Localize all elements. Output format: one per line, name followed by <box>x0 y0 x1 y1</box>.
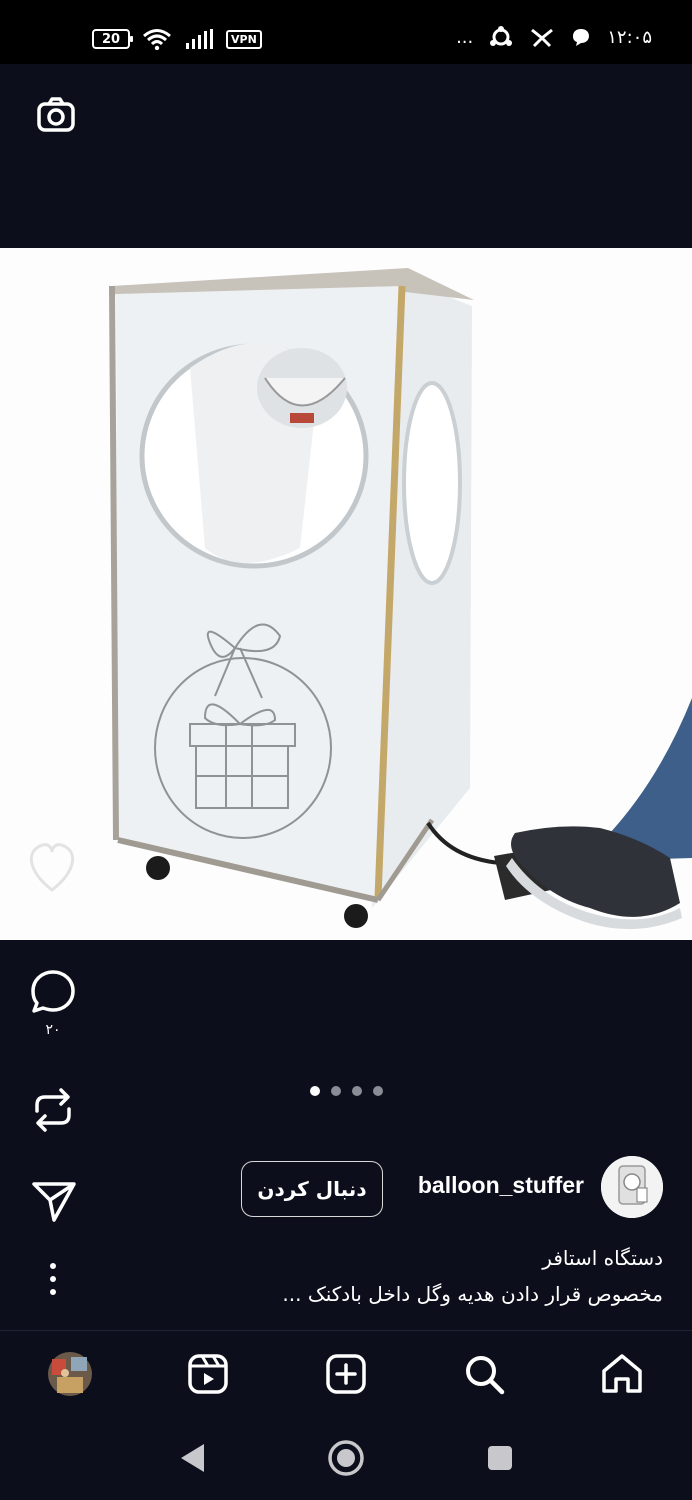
home-button-icon[interactable] <box>327 1439 365 1477</box>
product-photo <box>0 248 692 940</box>
avatar[interactable] <box>601 1156 663 1218</box>
status-right: ... ۱۲:۰۵ <box>456 26 652 48</box>
nav-home[interactable] <box>599 1351 645 1397</box>
repost-icon[interactable] <box>29 1085 77 1135</box>
more-vertical-icon[interactable] <box>46 1262 60 1296</box>
carousel-dot <box>352 1086 362 1096</box>
carousel-dot <box>373 1086 383 1096</box>
chat-bubble-icon <box>573 29 590 46</box>
home-icon <box>602 1354 642 1393</box>
comment-icon[interactable] <box>29 968 77 1016</box>
system-nav-bar <box>0 1420 692 1500</box>
profile-avatar <box>48 1352 92 1396</box>
send-icon[interactable] <box>31 1180 77 1224</box>
carousel-dot <box>331 1086 341 1096</box>
avatar-image <box>601 1156 663 1218</box>
carousel-indicator <box>310 1086 383 1096</box>
nav-profile[interactable] <box>47 1351 93 1397</box>
create-icon <box>326 1354 366 1394</box>
back-icon[interactable] <box>178 1442 206 1474</box>
username[interactable]: balloon_stuffer <box>418 1172 584 1199</box>
vpn-badge: VPN <box>226 29 262 49</box>
comment-action[interactable]: ۲۰ <box>28 968 78 1038</box>
post-image[interactable] <box>0 248 692 940</box>
camera-icon[interactable] <box>36 95 76 135</box>
caption-text[interactable]: مخصوص قرار دادن هدیه وگل داخل بادکنک ... <box>282 1282 663 1306</box>
carousel-dot <box>310 1086 320 1096</box>
nav-create[interactable] <box>323 1351 369 1397</box>
wifi-icon <box>143 29 171 50</box>
search-icon <box>466 1356 505 1395</box>
follow-button[interactable]: دنبال کردن <box>241 1161 383 1217</box>
caption-title: دستگاه استافر <box>542 1246 663 1270</box>
status-bar: 20 VPN ... ۱۲:۰۵ <box>0 0 692 64</box>
bottom-nav <box>0 1330 692 1421</box>
signal-icon <box>186 29 213 49</box>
nav-reels[interactable] <box>185 1351 231 1397</box>
app-notification-icon <box>531 28 554 48</box>
status-left: 20 VPN <box>92 28 262 50</box>
recents-icon[interactable] <box>486 1444 514 1472</box>
sync-icon <box>490 26 513 46</box>
reels-icon <box>188 1354 228 1394</box>
clock: ۱۲:۰۵ <box>607 26 652 48</box>
comment-count: ۲۰ <box>45 1022 61 1038</box>
battery-indicator: 20 <box>92 29 133 49</box>
nav-search[interactable] <box>461 1351 507 1397</box>
more-notifications-text: ... <box>456 26 474 48</box>
